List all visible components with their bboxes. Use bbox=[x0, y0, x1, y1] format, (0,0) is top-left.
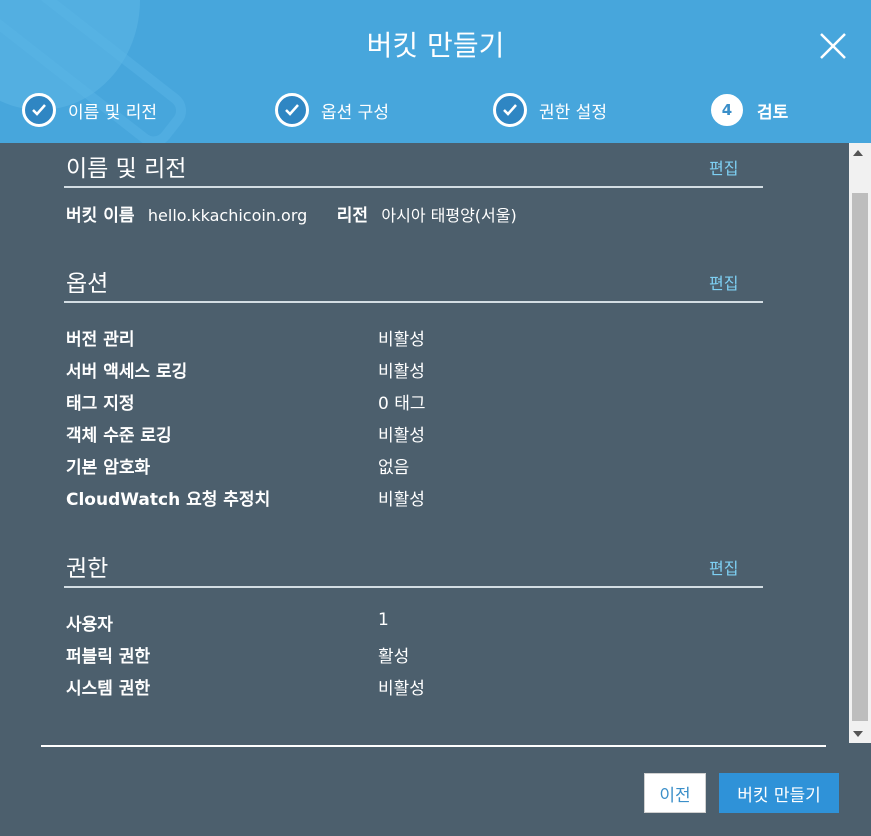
option-label: CloudWatch 요청 추정치 bbox=[66, 490, 271, 510]
check-circle-icon bbox=[493, 93, 527, 127]
dialog-title: 버킷 만들기 bbox=[366, 29, 505, 62]
close-icon bbox=[820, 33, 846, 59]
edit-link-name-region[interactable]: 편집 bbox=[709, 155, 738, 179]
section-title-permissions: 권한 bbox=[66, 556, 109, 582]
scroll-up-arrow-icon[interactable] bbox=[853, 150, 863, 156]
step-label: 권한 설정 bbox=[539, 102, 607, 123]
bucket-name-value: hello.kkachicoin.org bbox=[147, 206, 308, 225]
step-review[interactable]: 4 검토 bbox=[711, 93, 788, 127]
option-value: 비활성 bbox=[378, 362, 425, 382]
section-title-options: 옵션 bbox=[66, 271, 109, 297]
create-bucket-button[interactable]: 버킷 만들기 bbox=[719, 773, 839, 813]
edit-link-permissions[interactable]: 편집 bbox=[709, 555, 738, 579]
option-value: 없음 bbox=[378, 458, 410, 478]
step-label: 검토 bbox=[757, 102, 789, 123]
option-value: 비활성 bbox=[378, 426, 425, 446]
previous-button[interactable]: 이전 bbox=[644, 773, 706, 813]
permission-value: 1 bbox=[378, 610, 389, 630]
step-name-region[interactable]: 이름 및 리전 bbox=[22, 93, 157, 127]
check-circle-icon bbox=[22, 93, 56, 127]
check-circle-icon bbox=[275, 93, 309, 127]
region-value: 아시아 태평양(서울) bbox=[381, 206, 517, 225]
section-title-name-region: 이름 및 리전 bbox=[66, 156, 187, 182]
step-label: 이름 및 리전 bbox=[68, 102, 158, 123]
edit-link-options[interactable]: 편집 bbox=[709, 270, 738, 294]
option-label: 버전 관리 bbox=[66, 330, 135, 350]
footer-divider bbox=[41, 745, 826, 747]
step-options[interactable]: 옵션 구성 bbox=[275, 93, 389, 127]
step-number-badge: 4 bbox=[711, 94, 743, 126]
option-label: 객체 수준 로깅 bbox=[66, 426, 172, 446]
step-permissions[interactable]: 권한 설정 bbox=[493, 93, 607, 127]
region-label: 리전 bbox=[336, 206, 368, 226]
bucket-summary-line: 버킷 이름 hello.kkachicoin.org 리전 아시아 태평양(서울… bbox=[66, 201, 517, 226]
option-value: 0 태그 bbox=[378, 394, 426, 414]
scrollbar-thumb[interactable] bbox=[852, 193, 868, 721]
option-label: 서버 액세스 로깅 bbox=[66, 362, 188, 382]
permission-value: 비활성 bbox=[378, 679, 425, 699]
option-value: 비활성 bbox=[378, 490, 425, 510]
permission-label: 시스템 권한 bbox=[66, 679, 151, 699]
section-divider bbox=[64, 586, 763, 588]
close-button[interactable] bbox=[816, 29, 850, 63]
option-value: 비활성 bbox=[378, 330, 425, 350]
section-divider bbox=[64, 186, 763, 188]
option-label: 기본 암호화 bbox=[66, 458, 151, 478]
scroll-down-arrow-icon[interactable] bbox=[853, 731, 863, 737]
permission-value: 활성 bbox=[378, 647, 410, 667]
step-label: 옵션 구성 bbox=[321, 102, 389, 123]
option-label: 태그 지정 bbox=[66, 394, 135, 414]
wizard-header: 버킷 만들기 이름 및 리전 옵션 구성 권한 설정 4 검토 bbox=[0, 0, 871, 143]
permission-label: 사용자 bbox=[66, 615, 113, 635]
review-content: 이름 및 리전 편집 버킷 이름 hello.kkachicoin.org 리전… bbox=[0, 143, 849, 743]
permission-label: 퍼블릭 권한 bbox=[66, 647, 151, 667]
bucket-name-label: 버킷 이름 bbox=[66, 206, 135, 226]
section-divider bbox=[64, 301, 763, 303]
